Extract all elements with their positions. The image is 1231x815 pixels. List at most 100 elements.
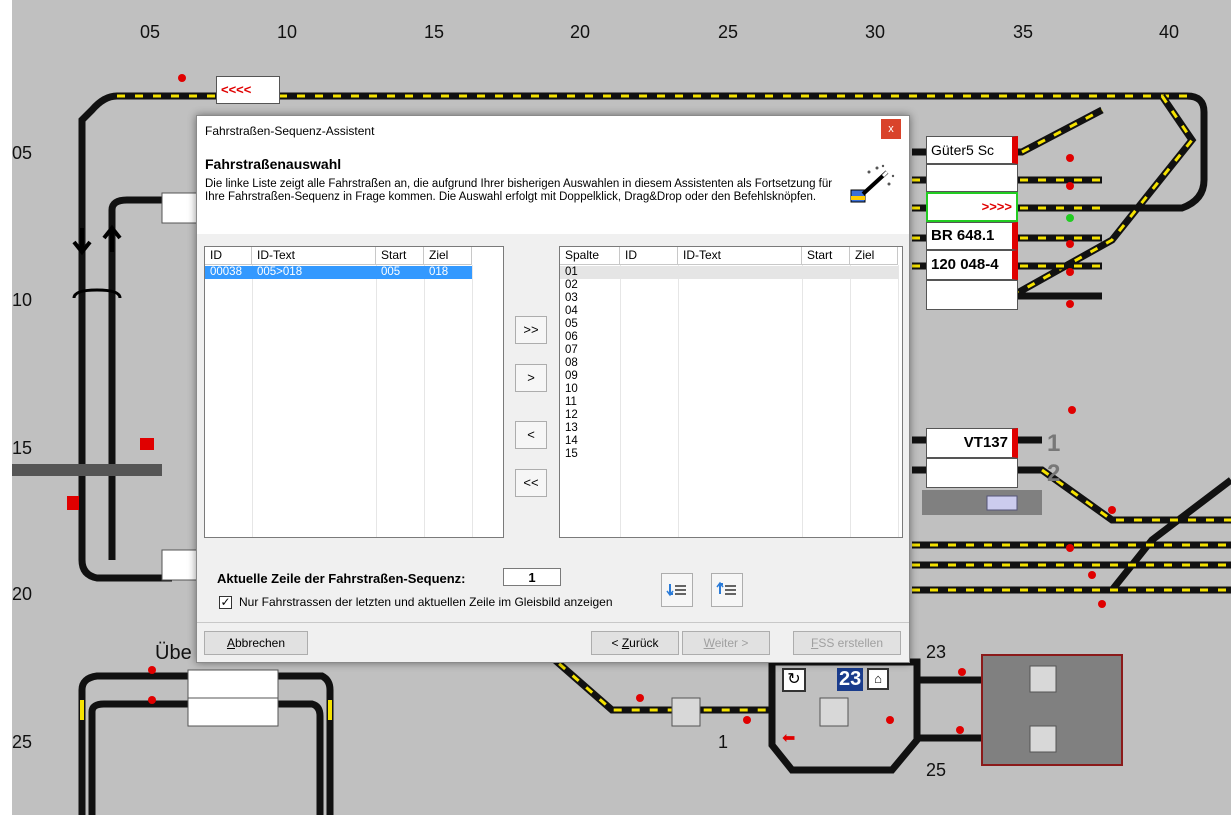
cell-spalte: 07 bbox=[565, 344, 578, 356]
column-header-id[interactable]: ID bbox=[620, 247, 678, 265]
track-block-empty[interactable] bbox=[926, 458, 1018, 488]
track-block-empty[interactable] bbox=[926, 164, 1018, 192]
column-header-start[interactable]: Start bbox=[376, 247, 424, 265]
remove-line-button[interactable] bbox=[711, 573, 743, 607]
cell-spalte: 05 bbox=[565, 318, 578, 330]
wizard-header: Fahrstraßenauswahl Die linke Liste zeigt… bbox=[197, 146, 909, 234]
table-row[interactable]: 03 bbox=[560, 292, 898, 305]
home-icon[interactable]: ⌂ bbox=[867, 668, 889, 690]
row-number: 20 bbox=[12, 584, 33, 604]
next-label: eiter > bbox=[714, 636, 749, 650]
cell-spalte: 02 bbox=[565, 279, 578, 291]
column-number: 35 bbox=[1013, 22, 1034, 42]
cell-spalte: 01 bbox=[565, 266, 578, 278]
current-line-field[interactable]: 1 bbox=[503, 568, 561, 586]
move-right-button[interactable]: > bbox=[515, 364, 547, 392]
insert-line-icon bbox=[666, 584, 686, 597]
magic-wand-icon bbox=[850, 164, 895, 203]
table-row[interactable]: 13 bbox=[560, 422, 898, 435]
track-block-vt[interactable]: VT137 bbox=[926, 428, 1018, 458]
locomotive-icon: ⬅ bbox=[782, 730, 796, 747]
dialog-title: Fahrstraßen-Sequenz-Assistent bbox=[205, 124, 375, 138]
table-row[interactable]: 06 bbox=[560, 331, 898, 344]
column-header-ziel[interactable]: Ziel bbox=[424, 247, 472, 265]
title-bar[interactable]: Fahrstraßen-Sequenz-Assistent x bbox=[197, 116, 909, 146]
show-routes-checkbox-label[interactable]: Nur Fahrstrassen der letzten und aktuell… bbox=[239, 595, 613, 609]
back-label: urück bbox=[629, 636, 659, 650]
rotate-icon[interactable]: ↻ bbox=[782, 668, 806, 692]
table-row[interactable]: 05 bbox=[560, 318, 898, 331]
page-title: Fahrstraßenauswahl bbox=[205, 156, 342, 172]
track-block-gueter[interactable]: Güter5 Sc bbox=[926, 136, 1018, 164]
column-header-id-text[interactable]: ID-Text bbox=[252, 247, 376, 265]
cell-id-text: 005>018 bbox=[257, 266, 303, 278]
column-header-id[interactable]: ID bbox=[205, 247, 252, 265]
column-header-start[interactable]: Start bbox=[802, 247, 850, 265]
cell-start: 005 bbox=[381, 266, 401, 278]
table-row[interactable]: 07 bbox=[560, 344, 898, 357]
column-header-spalte[interactable]: Spalte bbox=[560, 247, 620, 265]
track-block-left-arrows[interactable]: <<<< bbox=[216, 76, 280, 104]
table-row[interactable]: 04 bbox=[560, 305, 898, 318]
back-button[interactable]: < Zurück bbox=[591, 631, 679, 655]
column-number: 05 bbox=[140, 22, 161, 42]
move-all-left-button[interactable]: << bbox=[515, 469, 547, 497]
cancel-button[interactable]: Abbrechen bbox=[204, 631, 308, 655]
sequence-list[interactable]: Spalte ID ID-Text Start Ziel 01 02 03 04… bbox=[559, 246, 903, 538]
cell-spalte: 03 bbox=[565, 292, 578, 304]
table-row[interactable]: 10 bbox=[560, 383, 898, 396]
cell-spalte: 09 bbox=[565, 370, 578, 382]
remove-line-icon bbox=[716, 581, 736, 595]
track-number: 1 bbox=[1047, 430, 1061, 457]
table-row[interactable]: 00038 005>018 005 018 bbox=[205, 266, 472, 279]
track-block-br[interactable]: BR 648.1 bbox=[926, 222, 1018, 250]
cell-spalte: 06 bbox=[565, 331, 578, 343]
track-block-empty[interactable] bbox=[926, 280, 1018, 310]
track-block-right-arrows[interactable]: >>>> bbox=[926, 192, 1018, 222]
insert-line-button[interactable] bbox=[661, 573, 693, 607]
column-number: 20 bbox=[570, 22, 591, 42]
table-row[interactable]: 09 bbox=[560, 370, 898, 383]
create-label: SS erstellen bbox=[818, 636, 884, 650]
row-number: 05 bbox=[12, 143, 33, 163]
show-routes-checkbox[interactable]: ✓ bbox=[219, 596, 232, 609]
create-sequence-button[interactable]: FSS erstellen bbox=[793, 631, 901, 655]
page-description: Die linke Liste zeigt alle Fahrstraßen a… bbox=[205, 178, 833, 203]
next-button[interactable]: Weiter > bbox=[682, 631, 770, 655]
column-header-id-text[interactable]: ID-Text bbox=[678, 247, 802, 265]
column-header-ziel[interactable]: Ziel bbox=[850, 247, 898, 265]
cell-spalte: 10 bbox=[565, 383, 578, 395]
column-number: 30 bbox=[865, 22, 886, 42]
move-left-button[interactable]: < bbox=[515, 421, 547, 449]
separator bbox=[197, 622, 909, 623]
track-number: 25 bbox=[926, 760, 947, 780]
cell-ziel: 018 bbox=[429, 266, 449, 278]
cell-spalte: 15 bbox=[565, 448, 578, 460]
close-button[interactable]: x bbox=[881, 119, 901, 139]
cell-spalte: 04 bbox=[565, 305, 578, 317]
column-number: 25 bbox=[718, 22, 739, 42]
table-row[interactable]: 11 bbox=[560, 396, 898, 409]
table-row[interactable]: 01 bbox=[560, 266, 898, 279]
table-row[interactable]: 15 bbox=[560, 448, 898, 461]
table-row[interactable]: 14 bbox=[560, 435, 898, 448]
table-row[interactable]: 12 bbox=[560, 409, 898, 422]
track-number: 2 bbox=[1047, 460, 1061, 487]
move-all-right-button[interactable]: >> bbox=[515, 316, 547, 344]
track-block-lok[interactable]: 120 048-4 bbox=[926, 250, 1018, 280]
cancel-label: bbrechen bbox=[234, 636, 286, 650]
back-prefix: < bbox=[611, 636, 622, 650]
track-number: 1 bbox=[718, 732, 729, 752]
table-row[interactable]: 08 bbox=[560, 357, 898, 370]
row-number: 10 bbox=[12, 290, 33, 310]
cell-spalte: 13 bbox=[565, 422, 578, 434]
table-row[interactable]: 02 bbox=[560, 279, 898, 292]
track-number: 23 bbox=[926, 642, 947, 662]
available-routes-list[interactable]: ID ID-Text Start Ziel 00038 005>018 005 … bbox=[204, 246, 504, 538]
cancel-accelerator: A bbox=[226, 636, 235, 650]
cell-spalte: 08 bbox=[565, 357, 578, 369]
cell-spalte: 12 bbox=[565, 409, 578, 421]
cell-spalte: 14 bbox=[565, 435, 578, 447]
column-number: 40 bbox=[1159, 22, 1180, 42]
current-line-label: Aktuelle Zeile der Fahrstraßen-Sequenz: bbox=[217, 571, 466, 586]
